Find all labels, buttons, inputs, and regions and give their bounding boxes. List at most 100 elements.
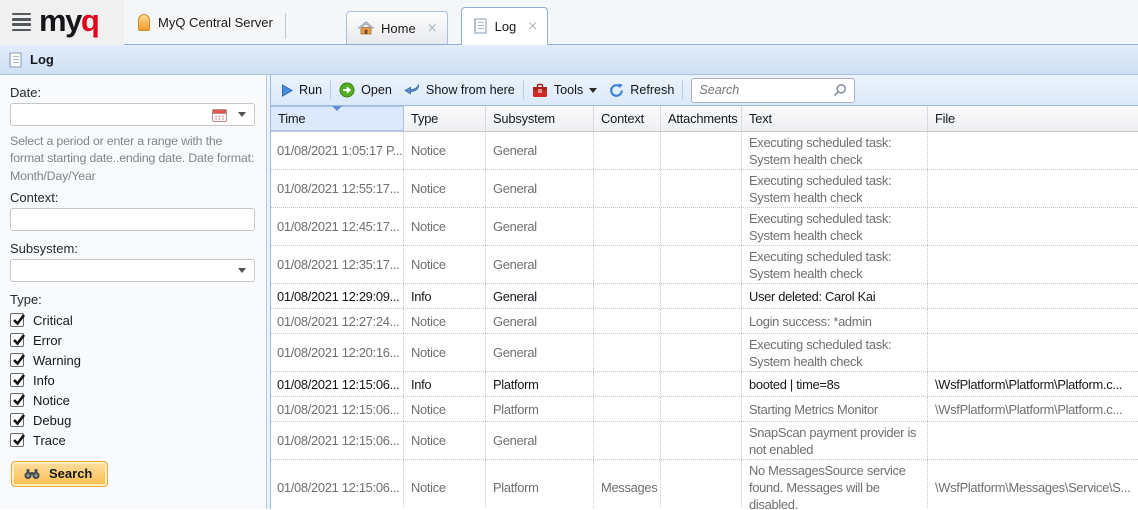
cell-attachments (661, 132, 742, 169)
tab-home-close-icon[interactable]: × (427, 22, 438, 35)
log-table-row[interactable]: 01/08/2021 12:20:16... Notice General Ex… (271, 334, 1138, 372)
cell-subsystem: General (486, 422, 594, 459)
date-input[interactable] (10, 103, 255, 126)
log-table-row[interactable]: 01/08/2021 12:29:09... Info General User… (271, 284, 1138, 309)
cell-context (594, 334, 661, 371)
cell-subsystem: General (486, 246, 594, 283)
cell-attachments (661, 397, 742, 421)
divider (285, 13, 286, 39)
tools-dropdown-icon (589, 88, 597, 93)
cell-type: Notice (404, 460, 486, 509)
log-table-row[interactable]: 01/08/2021 12:55:17... Notice General Ex… (271, 170, 1138, 208)
cell-type: Notice (404, 246, 486, 283)
checkbox-checked-icon[interactable] (10, 353, 24, 367)
grid-search-box[interactable] (691, 78, 855, 103)
column-header-subsystem[interactable]: Subsystem (486, 106, 594, 131)
search-button-label: Search (49, 466, 92, 481)
run-button[interactable]: Run (275, 80, 328, 100)
cell-file: \WsfPlatform\Platform\Platform.c... (928, 397, 1138, 421)
cell-text: Login success: *admin (742, 309, 928, 333)
cell-time: 01/08/2021 1:05:17 P... (271, 132, 404, 169)
checkbox-checked-icon[interactable] (10, 333, 24, 347)
grid-search-input[interactable] (699, 83, 833, 97)
checkbox-checked-icon[interactable] (10, 313, 24, 327)
open-icon (339, 82, 355, 98)
type-checkbox-label: Trace (33, 433, 66, 448)
subsystem-select[interactable] (10, 259, 255, 282)
type-checkbox-row[interactable]: Error (10, 330, 255, 350)
log-table-row[interactable]: 01/08/2021 12:35:17... Notice General Ex… (271, 246, 1138, 284)
cell-time: 01/08/2021 12:29:09... (271, 284, 404, 308)
column-header-type[interactable]: Type (404, 106, 486, 131)
cell-type: Notice (404, 132, 486, 169)
tab-log[interactable]: Log × (461, 7, 549, 45)
subsystem-dropdown-icon[interactable] (238, 268, 246, 273)
log-table-row[interactable]: 01/08/2021 12:15:06... Notice General Sn… (271, 422, 1138, 460)
cell-time: 01/08/2021 12:55:17... (271, 170, 404, 207)
hamburger-menu-icon[interactable] (12, 13, 31, 32)
calendar-icon[interactable] (212, 108, 227, 122)
grid-body: 01/08/2021 1:05:17 P... Notice General E… (271, 132, 1138, 509)
type-checkbox-row[interactable]: Critical (10, 310, 255, 330)
context-input[interactable] (10, 208, 255, 231)
run-icon (281, 84, 293, 97)
cell-text: No MessagesSource service found. Message… (742, 460, 928, 509)
date-help-text: Select a period or enter a range with th… (10, 133, 255, 185)
home-icon (358, 21, 374, 35)
cell-subsystem: Platform (486, 397, 594, 421)
cell-context (594, 372, 661, 396)
server-label-group: MyQ Central Server (124, 14, 273, 31)
checkbox-checked-icon[interactable] (10, 393, 24, 407)
cell-text: booted | time=8s (742, 372, 928, 396)
log-table-row[interactable]: 01/08/2021 1:05:17 P... Notice General E… (271, 132, 1138, 170)
cell-file (928, 309, 1138, 333)
type-label: Type: (10, 292, 255, 307)
tools-button[interactable]: Tools (526, 80, 603, 101)
top-bar: myq MyQ Central Server Home × Log × (0, 0, 1138, 45)
log-table-row[interactable]: 01/08/2021 12:15:06... Notice Platform S… (271, 397, 1138, 422)
sort-desc-icon (332, 106, 342, 111)
log-table-row[interactable]: 01/08/2021 12:45:17... Notice General Ex… (271, 208, 1138, 246)
type-checkbox-label: Critical (33, 313, 73, 328)
cell-file (928, 208, 1138, 245)
column-header-text[interactable]: Text (742, 106, 928, 131)
search-button[interactable]: Search (11, 461, 108, 487)
cell-subsystem: General (486, 132, 594, 169)
column-header-file[interactable]: File (928, 106, 1138, 131)
cell-type: Notice (404, 422, 486, 459)
cell-text: Executing scheduled task: System health … (742, 208, 928, 245)
myq-logo[interactable]: myq (39, 5, 98, 36)
tab-home[interactable]: Home × (346, 11, 448, 44)
column-header-time[interactable]: Time (271, 106, 404, 131)
column-header-attachments[interactable]: Attachments (661, 106, 742, 131)
cell-context (594, 246, 661, 283)
cell-file: \WsfPlatform\Messages\Service\S... (928, 460, 1138, 509)
log-table-row[interactable]: 01/08/2021 12:15:06... Notice Platform M… (271, 460, 1138, 509)
open-button[interactable]: Open (333, 79, 398, 101)
binoculars-icon (24, 468, 40, 480)
log-table-row[interactable]: 01/08/2021 12:27:24... Notice General Lo… (271, 309, 1138, 334)
type-checkbox-row[interactable]: Warning (10, 350, 255, 370)
checkbox-checked-icon[interactable] (10, 373, 24, 387)
type-checkbox-row[interactable]: Debug (10, 410, 255, 430)
checkbox-checked-icon[interactable] (10, 413, 24, 427)
subsystem-label: Subsystem: (10, 241, 255, 256)
type-checkbox-row[interactable]: Notice (10, 390, 255, 410)
grid-header: Time Type Subsystem Context Attachments … (271, 106, 1138, 132)
cell-subsystem: General (486, 284, 594, 308)
checkbox-checked-icon[interactable] (10, 433, 24, 447)
type-checkbox-label: Info (33, 373, 55, 388)
type-checkbox-row[interactable]: Trace (10, 430, 255, 450)
cell-context: Messages (594, 460, 661, 509)
show-from-here-button[interactable]: Show from here (398, 80, 521, 100)
type-checkbox-label: Notice (33, 393, 70, 408)
log-table-row[interactable]: 01/08/2021 12:15:06... Info Platform boo… (271, 372, 1138, 397)
type-checkbox-label: Error (33, 333, 62, 348)
type-checkbox-row[interactable]: Info (10, 370, 255, 390)
cell-time: 01/08/2021 12:20:16... (271, 334, 404, 371)
cell-subsystem: General (486, 309, 594, 333)
refresh-button[interactable]: Refresh (603, 80, 680, 101)
date-dropdown-icon[interactable] (238, 112, 246, 117)
tab-log-close-icon[interactable]: × (527, 20, 538, 33)
column-header-context[interactable]: Context (594, 106, 661, 131)
